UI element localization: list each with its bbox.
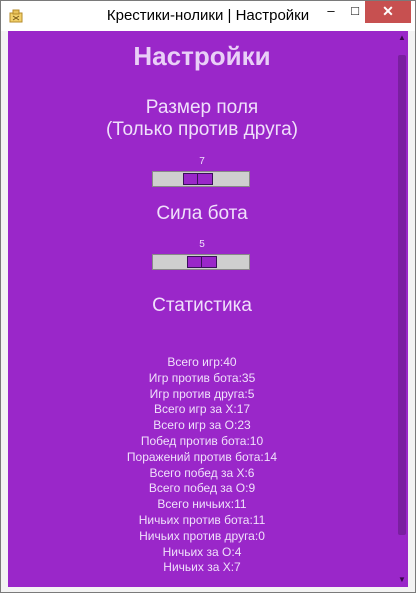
field-size-slider[interactable] xyxy=(152,171,250,187)
stat-games-vs-bot: Игр против бота:35 xyxy=(148,370,256,385)
vertical-scrollbar[interactable]: ▲ ▼ xyxy=(396,31,408,587)
field-size-title-line2: (Только против друга) xyxy=(106,119,298,140)
field-size-value: 7 xyxy=(199,156,205,167)
bot-strength-title: Сила бота xyxy=(156,203,248,224)
stat-losses-vs-bot: Поражений против бота:14 xyxy=(126,449,278,464)
stat-games-as-o: Всего игр за O:23 xyxy=(153,418,251,433)
stat-wins-as-o: Всего побед за O:9 xyxy=(148,481,256,496)
stat-total-draws: Всего ничьих:11 xyxy=(157,497,247,512)
stat-games-vs-friend: Игр против друга:5 xyxy=(149,386,255,401)
scroll-down-arrow-icon[interactable]: ▼ xyxy=(396,575,408,585)
statistics-title: Статистика xyxy=(152,295,252,316)
field-size-title-line1: Размер поля xyxy=(145,97,259,118)
statistics-list: Всего игр:40 Игр против бота:35 Игр прот… xyxy=(8,355,396,576)
settings-panel: Настройки Размер поля (Только против дру… xyxy=(8,31,408,587)
scroll-up-arrow-icon[interactable]: ▲ xyxy=(396,33,408,43)
close-button[interactable]: ✕ xyxy=(365,1,411,23)
stat-wins-as-x: Всего побед за X:6 xyxy=(149,465,255,480)
title-bar[interactable]: Крестики-нолики | Настройки – □ ✕ xyxy=(1,1,415,31)
settings-window: Крестики-нолики | Настройки – □ ✕ Настро… xyxy=(0,0,416,593)
bot-strength-value: 5 xyxy=(199,239,205,250)
field-size-title: Размер поля (Только против друга) xyxy=(8,97,396,141)
settings-content: Настройки Размер поля (Только против дру… xyxy=(8,31,396,587)
scroll-thumb[interactable] xyxy=(398,55,406,535)
stat-wins-vs-bot: Побед против бота:10 xyxy=(140,433,264,448)
stat-draws-as-x: Ничьих за X:7 xyxy=(163,560,241,575)
bot-strength-slider[interactable] xyxy=(152,254,250,270)
bot-strength-slider-thumb[interactable] xyxy=(187,256,217,268)
stat-total-games: Всего игр:40 xyxy=(167,355,237,369)
stat-draws-vs-friend: Ничьих против друга:0 xyxy=(139,528,265,543)
stat-draws-as-o: Ничьих за O:4 xyxy=(162,544,242,559)
stat-games-as-x: Всего игр за X:17 xyxy=(153,402,251,417)
stat-draws-vs-bot: Ничьих против бота:11 xyxy=(138,512,266,527)
page-title: Настройки xyxy=(133,41,271,71)
field-size-slider-thumb[interactable] xyxy=(183,173,213,185)
